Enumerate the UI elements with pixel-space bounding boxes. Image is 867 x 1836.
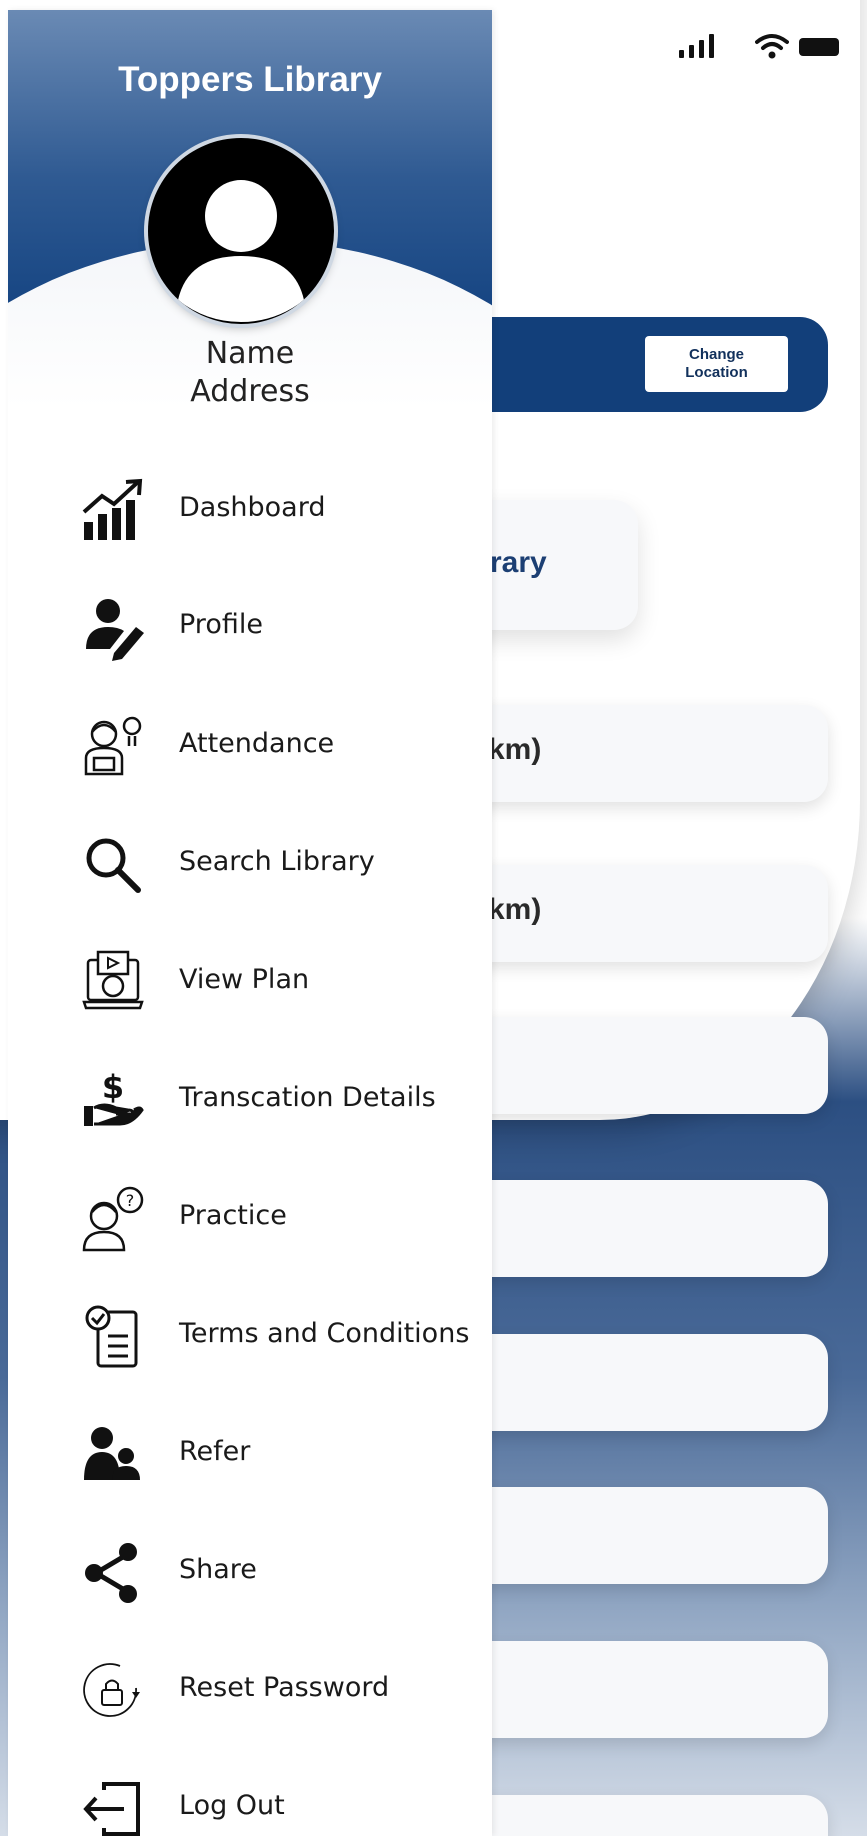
view-plan-video-icon [80,950,146,1016]
menu-item-label: Attendance [179,728,335,759]
attendance-student-icon [80,714,146,780]
menu-item-label: Dashboard [179,492,326,523]
menu-item-search-library[interactable]: Search Library [8,812,492,912]
reset-password-lock-icon [80,1658,146,1724]
avatar[interactable] [148,138,334,324]
menu-item-label: Terms and Conditions [179,1318,470,1349]
menu-item-terms-and-conditions[interactable]: Terms and Conditions [8,1284,492,1384]
menu-item-label: Log Out [179,1790,285,1821]
transaction-dollar-hand-icon: $ [80,1068,146,1134]
menu-item-reset-password[interactable]: Reset Password [8,1638,492,1738]
menu-item-dashboard[interactable]: Dashboard [8,458,492,558]
menu-item-label: Share [179,1554,257,1585]
menu-item-label: Refer [179,1436,251,1467]
menu-item-practice[interactable]: ? Practice [8,1166,492,1266]
dashboard-chart-icon [80,478,146,544]
user-name: Name [205,336,295,371]
practice-question-icon: ? [80,1186,146,1252]
battery-icon [799,38,839,56]
share-icon [80,1540,146,1606]
menu-item-log-out[interactable]: Log Out [8,1756,492,1836]
profile-edit-icon [80,595,146,661]
signal-bar [689,45,694,58]
list-card-distance: km) [488,893,542,926]
menu-item-label: Search Library [179,846,375,877]
menu-item-profile[interactable]: Profile [8,575,492,675]
app-title: Toppers Library [118,60,382,99]
menu-item-attendance[interactable]: Attendance [8,694,492,794]
svg-text:?: ? [126,1191,135,1210]
menu-item-label: Profile [179,609,263,640]
svg-text:$: $ [102,1068,124,1106]
refer-users-icon [80,1422,146,1488]
user-address: Address [190,374,310,409]
signal-icon [679,50,684,58]
menu-item-label: Practice [179,1200,287,1231]
change-location-button[interactable]: Change Location [645,336,788,392]
menu-item-view-plan[interactable]: View Plan [8,930,492,1030]
navigation-drawer: Toppers Library Name Address Dashboard P… [8,10,492,1836]
menu-item-refer[interactable]: Refer [8,1402,492,1502]
status-bar [679,30,839,64]
terms-checklist-icon [80,1304,146,1370]
menu-item-share[interactable]: Share [8,1520,492,1620]
wifi-icon [755,34,789,59]
menu-item-label: Transcation Details [179,1082,436,1113]
signal-bar [709,34,714,58]
list-card-distance: km) [488,733,542,766]
log-out-icon [80,1776,146,1836]
menu-item-label: View Plan [179,964,310,995]
signal-bar [699,40,704,58]
search-icon [80,832,146,898]
user-avatar-icon [151,141,331,322]
menu-item-label: Reset Password [179,1672,390,1703]
menu-item-transaction-details[interactable]: $ Transcation Details [8,1048,492,1148]
library-card-title: rary [490,546,547,579]
